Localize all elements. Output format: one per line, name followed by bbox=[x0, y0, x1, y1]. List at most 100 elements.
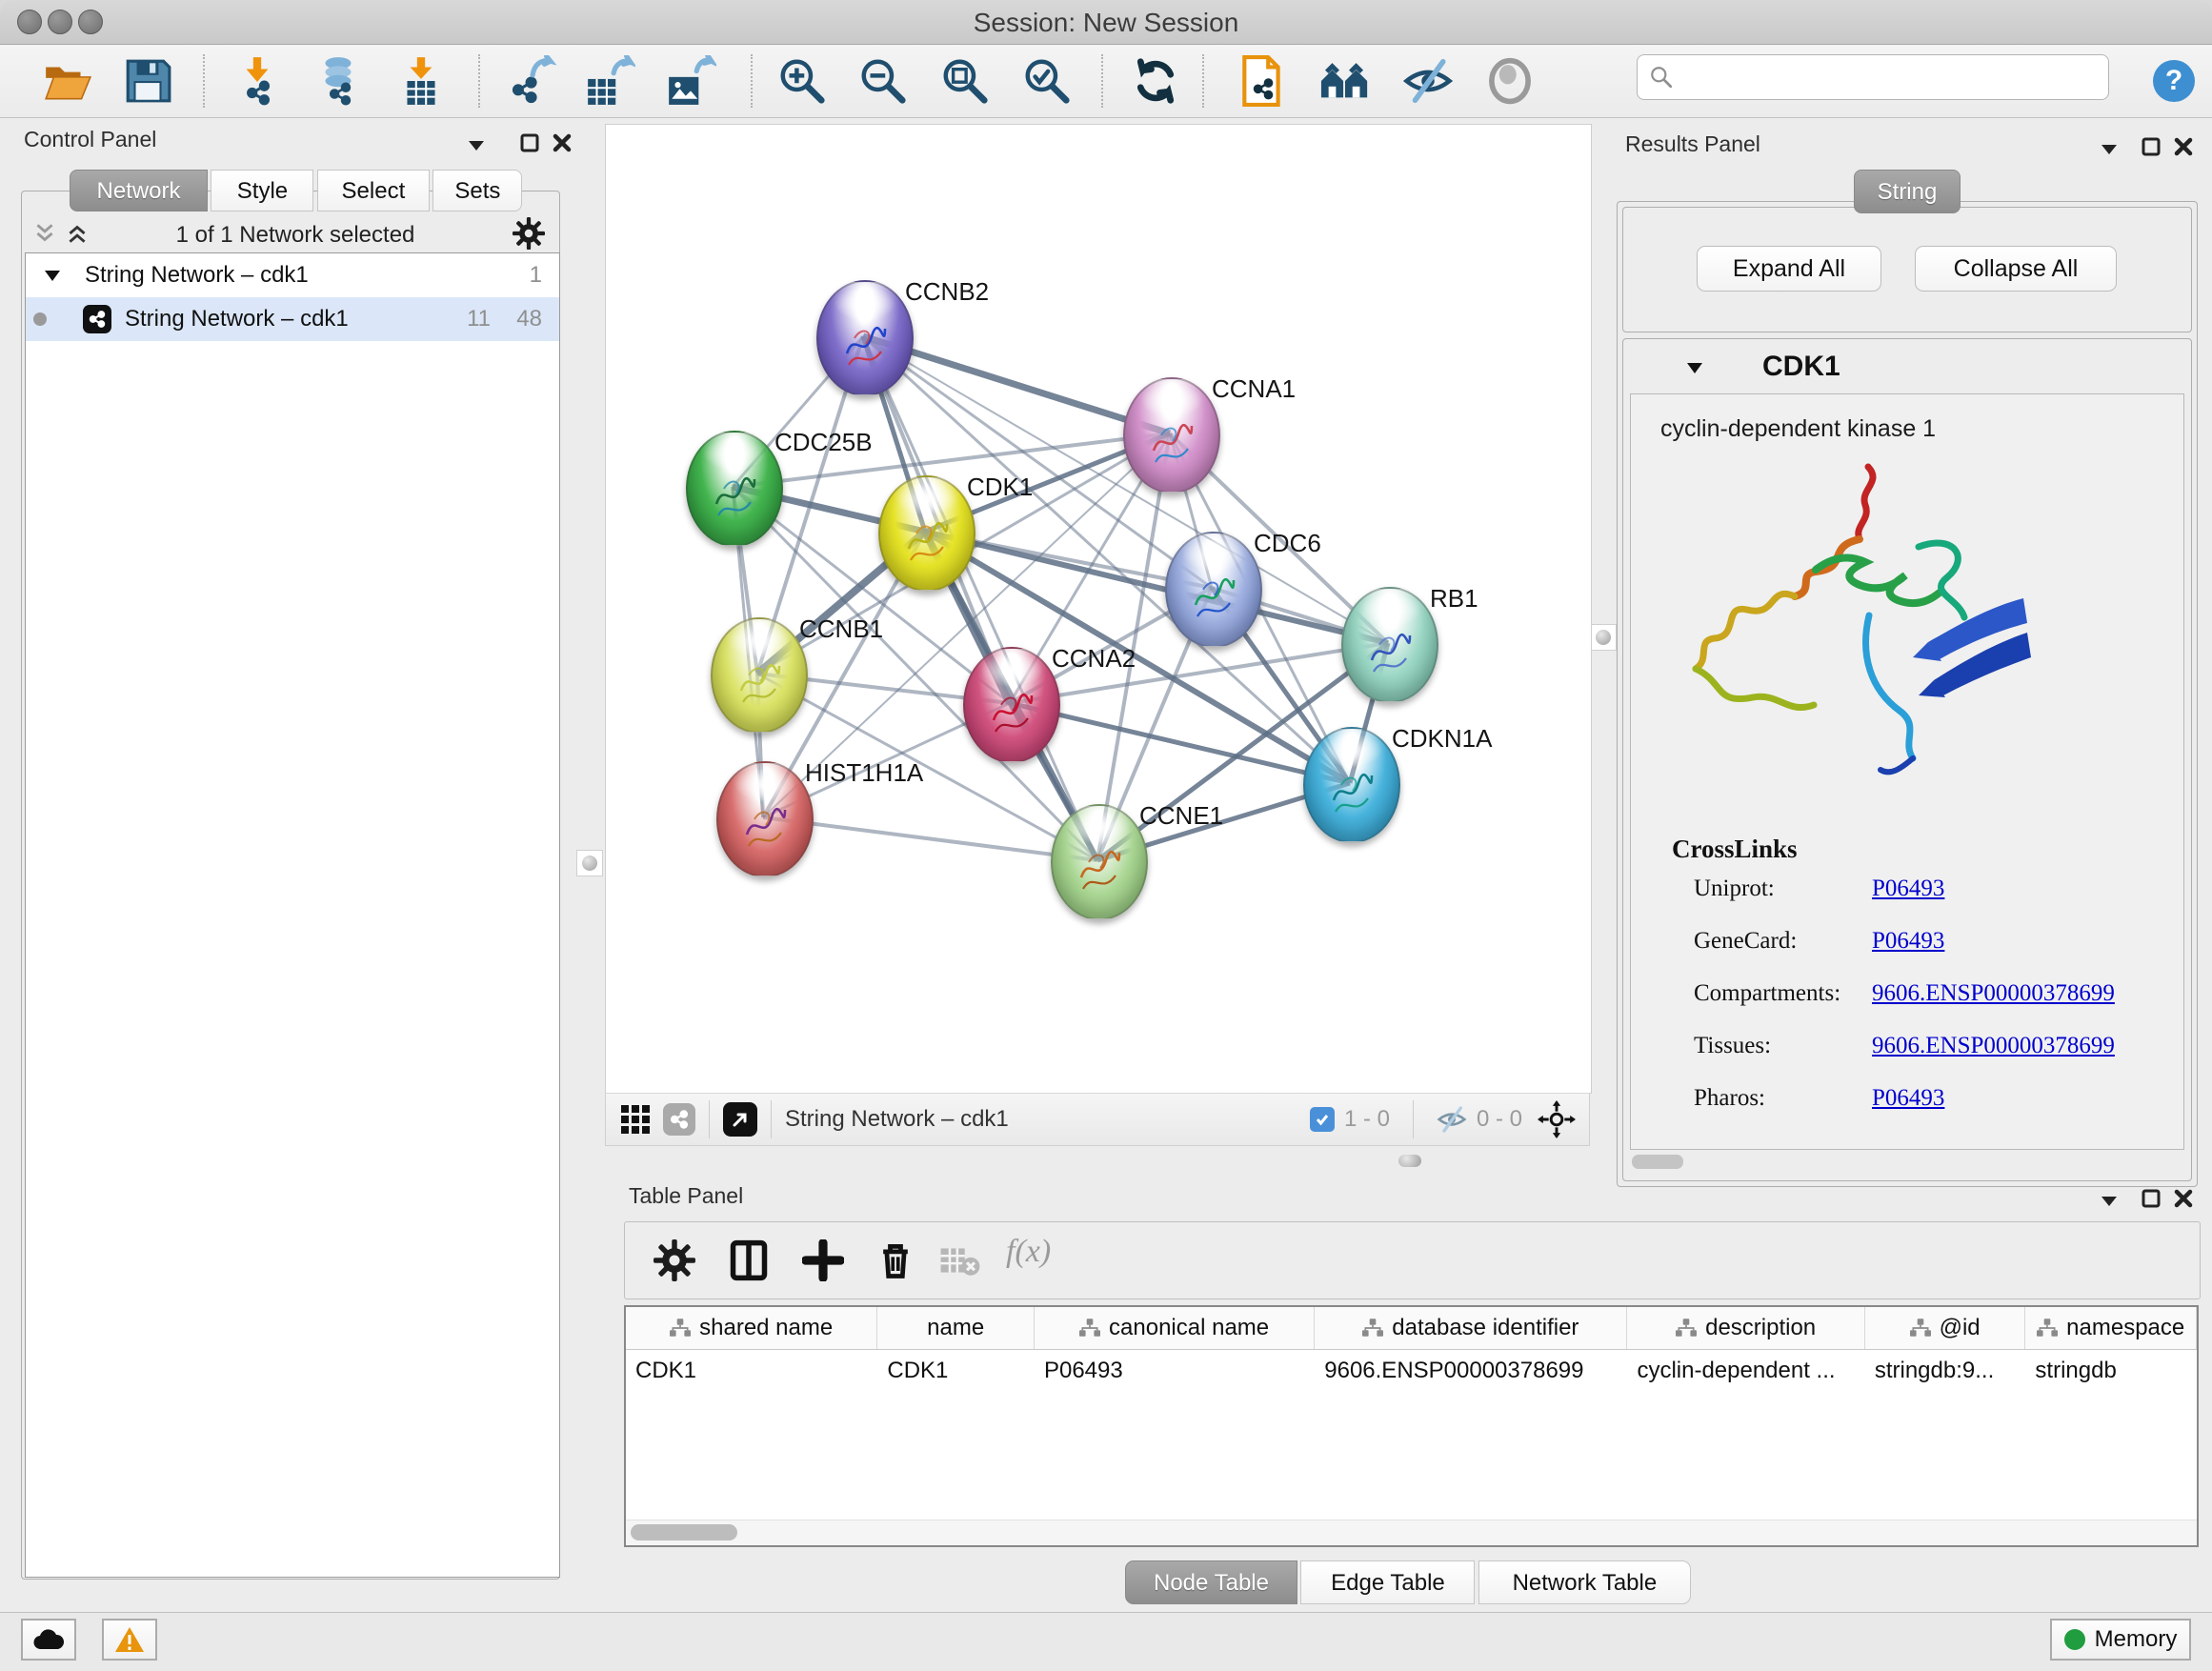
table-cell[interactable]: CDK1 bbox=[877, 1350, 1035, 1392]
expand-all-networks-icon[interactable] bbox=[65, 221, 90, 246]
memory-button[interactable]: Memory bbox=[2050, 1619, 2191, 1661]
column-header-namespace[interactable]: namespace bbox=[2025, 1307, 2197, 1349]
tab-edge-table[interactable]: Edge Table bbox=[1300, 1560, 1475, 1604]
float-panel-icon[interactable] bbox=[518, 131, 541, 154]
scrollbar-thumb[interactable] bbox=[631, 1524, 737, 1540]
table-cell[interactable]: 9606.ENSP00000378699 bbox=[1315, 1350, 1627, 1392]
tab-string[interactable]: String bbox=[1854, 170, 1961, 213]
export-image-icon[interactable] bbox=[665, 55, 716, 107]
grid-view-icon[interactable] bbox=[621, 1105, 650, 1134]
node-label-ccna2: CCNA2 bbox=[1052, 644, 1136, 674]
network-node-ccna1[interactable] bbox=[1123, 377, 1220, 493]
crosslink-value-link[interactable]: P06493 bbox=[1872, 1085, 1944, 1112]
open-file-network-icon[interactable] bbox=[1237, 55, 1288, 107]
float-panel-icon[interactable] bbox=[2140, 1187, 2162, 1210]
protein-expander-icon[interactable] bbox=[1682, 358, 1707, 377]
network-node-cdkn1a[interactable] bbox=[1303, 727, 1400, 843]
crosslink-value-link[interactable]: P06493 bbox=[1872, 928, 1944, 955]
search-box[interactable] bbox=[1637, 54, 2109, 100]
tab-sets[interactable]: Sets bbox=[432, 170, 522, 211]
column-header--id[interactable]: @id bbox=[1865, 1307, 2026, 1349]
crosslink-value-link[interactable]: 9606.ENSP00000378699 bbox=[1872, 1033, 2115, 1059]
network-node-hist1h1a[interactable] bbox=[716, 761, 814, 877]
delete-column-icon[interactable] bbox=[875, 1239, 916, 1281]
column-header-database-identifier[interactable]: database identifier bbox=[1315, 1307, 1627, 1349]
open-session-icon[interactable] bbox=[42, 55, 93, 107]
table-cell[interactable]: P06493 bbox=[1035, 1350, 1315, 1392]
network-node-cdc6[interactable] bbox=[1165, 532, 1262, 648]
detach-view-icon[interactable] bbox=[723, 1102, 757, 1137]
column-header-shared-name[interactable]: shared name bbox=[626, 1307, 877, 1349]
cloud-status-button[interactable] bbox=[21, 1619, 76, 1661]
export-network-icon[interactable] bbox=[505, 55, 556, 107]
collapse-all-networks-icon[interactable] bbox=[32, 221, 57, 246]
tab-network-table[interactable]: Network Table bbox=[1478, 1560, 1691, 1604]
crosslink-value-link[interactable]: P06493 bbox=[1872, 876, 1944, 902]
network-node-ccne1[interactable] bbox=[1051, 804, 1148, 920]
network-node-ccnb2[interactable] bbox=[816, 280, 914, 396]
results-hscroll-thumb[interactable] bbox=[1632, 1155, 1683, 1169]
tab-network[interactable]: Network bbox=[70, 170, 208, 211]
horizontal-splitter-handle[interactable] bbox=[1398, 1155, 1421, 1167]
column-header-canonical-name[interactable]: canonical name bbox=[1035, 1307, 1315, 1349]
search-input[interactable] bbox=[1674, 63, 2108, 91]
results-panel-title: Results Panel bbox=[1625, 131, 1760, 157]
network-node-ccnb1[interactable] bbox=[711, 617, 808, 734]
collection-expander-icon[interactable] bbox=[43, 268, 62, 283]
network-options-gear-icon[interactable] bbox=[513, 217, 545, 250]
zoom-fit-icon[interactable] bbox=[939, 55, 991, 107]
warnings-button[interactable] bbox=[102, 1619, 157, 1661]
panel-menu-icon[interactable] bbox=[2098, 1191, 2121, 1210]
add-column-icon[interactable] bbox=[802, 1239, 844, 1281]
table-cell[interactable]: stringdb bbox=[2025, 1350, 2197, 1392]
network-collection-row[interactable]: String Network – cdk1 1 bbox=[26, 253, 559, 297]
network-share-view-icon[interactable] bbox=[663, 1103, 695, 1136]
table-row[interactable]: CDK1CDK1P064939606.ENSP00000378699cyclin… bbox=[626, 1350, 2197, 1392]
show-preview-icon[interactable] bbox=[1484, 55, 1536, 107]
zoom-selected-icon[interactable] bbox=[1021, 55, 1073, 107]
network-row-selected[interactable]: String Network – cdk1 11 48 bbox=[26, 297, 559, 341]
left-splitter-handle[interactable] bbox=[576, 850, 603, 876]
network-node-rb1[interactable] bbox=[1341, 587, 1438, 703]
show-columns-icon[interactable] bbox=[728, 1239, 770, 1281]
birds-eye-navigator-icon[interactable] bbox=[1538, 1100, 1576, 1138]
export-table-icon[interactable] bbox=[584, 55, 635, 107]
close-panel-icon[interactable] bbox=[2172, 135, 2195, 158]
network-node-cdk1[interactable] bbox=[878, 475, 975, 592]
network-node-cdc25b[interactable] bbox=[686, 431, 783, 547]
help-icon[interactable]: ? bbox=[2151, 58, 2197, 104]
apply-function-button[interactable]: f(x) bbox=[1006, 1234, 1051, 1270]
panel-menu-icon[interactable] bbox=[2098, 139, 2121, 158]
panel-menu-icon[interactable] bbox=[465, 135, 488, 154]
table-cell[interactable]: CDK1 bbox=[626, 1350, 877, 1392]
selected-checkbox-icon[interactable] bbox=[1310, 1107, 1335, 1132]
hide-selected-icon[interactable] bbox=[1402, 55, 1454, 107]
table-horizontal-scrollbar[interactable] bbox=[626, 1520, 2197, 1545]
show-all-networks-icon[interactable] bbox=[1319, 55, 1371, 107]
tab-node-table[interactable]: Node Table bbox=[1125, 1560, 1297, 1604]
delete-table-icon[interactable] bbox=[939, 1239, 981, 1281]
float-panel-icon[interactable] bbox=[2140, 135, 2162, 158]
crosslink-label: Compartments: bbox=[1694, 980, 1872, 1007]
save-session-icon[interactable] bbox=[122, 55, 173, 107]
refresh-icon[interactable] bbox=[1130, 55, 1181, 107]
column-header-description[interactable]: description bbox=[1627, 1307, 1864, 1349]
expand-all-button[interactable]: Expand All bbox=[1697, 246, 1881, 292]
table-options-gear-icon[interactable] bbox=[654, 1239, 695, 1281]
collapse-all-button[interactable]: Collapse All bbox=[1915, 246, 2117, 292]
import-network-icon[interactable] bbox=[231, 55, 283, 107]
network-node-ccna2[interactable] bbox=[963, 647, 1060, 763]
zoom-in-icon[interactable] bbox=[776, 55, 828, 107]
zoom-out-icon[interactable] bbox=[857, 55, 909, 107]
import-network-from-database-icon[interactable] bbox=[312, 55, 364, 107]
close-panel-icon[interactable] bbox=[2172, 1187, 2195, 1210]
crosslink-value-link[interactable]: 9606.ENSP00000378699 bbox=[1872, 980, 2115, 1007]
table-cell[interactable]: cyclin-dependent ... bbox=[1627, 1350, 1864, 1392]
table-cell[interactable]: stringdb:9... bbox=[1865, 1350, 2026, 1392]
import-table-icon[interactable] bbox=[395, 55, 447, 107]
tab-select[interactable]: Select bbox=[317, 170, 430, 211]
network-canvas[interactable]: CCNB2 CCNA1 CDC25B CDK1 CDC6 RB1 CCNB1 C… bbox=[605, 124, 1592, 1094]
close-panel-icon[interactable] bbox=[551, 131, 573, 154]
tab-style[interactable]: Style bbox=[211, 170, 313, 211]
column-header-name[interactable]: name bbox=[877, 1307, 1035, 1349]
